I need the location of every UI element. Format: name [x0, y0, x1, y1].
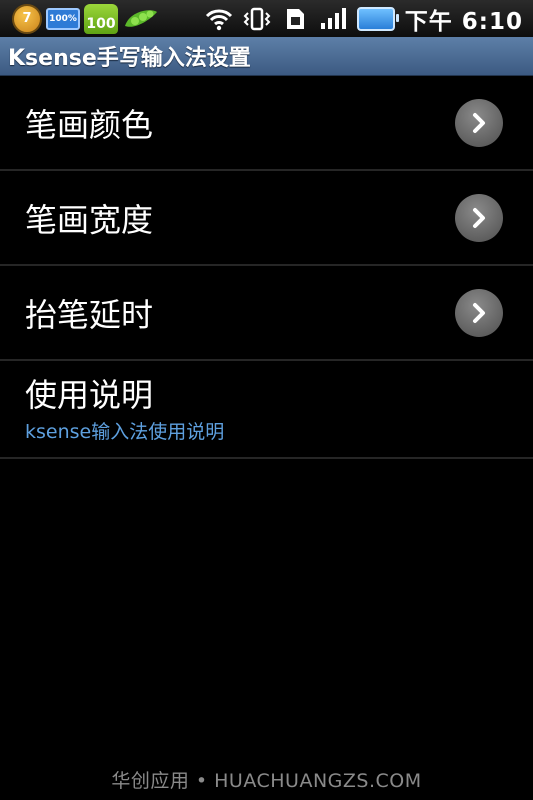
setting-label: 抬笔延时: [25, 295, 154, 334]
page-title: Ksense手写输入法设置: [8, 46, 251, 71]
status-bar-right: 下午 6:10: [205, 2, 533, 36]
status-bar: 7 100% 100 下午 6:10: [0, 0, 533, 37]
title-bar: Ksense手写输入法设置: [0, 37, 533, 76]
chevron-right-icon: [455, 98, 503, 147]
settings-list: 笔画颜色 笔画宽度 抬笔延时 使用说明 ksense输入法使用说明: [0, 76, 533, 459]
setting-label: 使用说明: [25, 375, 154, 414]
setting-stroke-color[interactable]: 笔画颜色: [0, 76, 533, 171]
notification-badge[interactable]: 7: [12, 3, 42, 34]
pea-pod-icon: [125, 9, 157, 27]
vibrate-icon: [243, 7, 271, 30]
signal-icon: [320, 7, 346, 29]
setting-label: 笔画宽度: [25, 200, 154, 239]
battery-small-icon: 100%: [46, 7, 80, 30]
chevron-right-icon: [455, 288, 503, 337]
setting-label: 笔画颜色: [25, 105, 154, 144]
setting-usage-instructions[interactable]: 使用说明 ksense输入法使用说明: [0, 361, 533, 459]
setting-pen-lift-delay[interactable]: 抬笔延时: [0, 266, 533, 361]
wifi-icon: [205, 9, 232, 30]
battery-icon: [356, 6, 399, 31]
clock: 下午 6:10: [404, 8, 523, 35]
status-bar-left: 7 100% 100: [0, 3, 160, 34]
watermark: 华创应用 • HUACHUANGZS.COM: [111, 770, 422, 792]
sim-icon: [286, 8, 304, 29]
setting-stroke-width[interactable]: 笔画宽度: [0, 171, 533, 266]
chevron-right-icon: [455, 193, 503, 242]
android-100-icon: 100: [84, 3, 118, 34]
setting-summary: ksense输入法使用说明: [25, 420, 225, 443]
